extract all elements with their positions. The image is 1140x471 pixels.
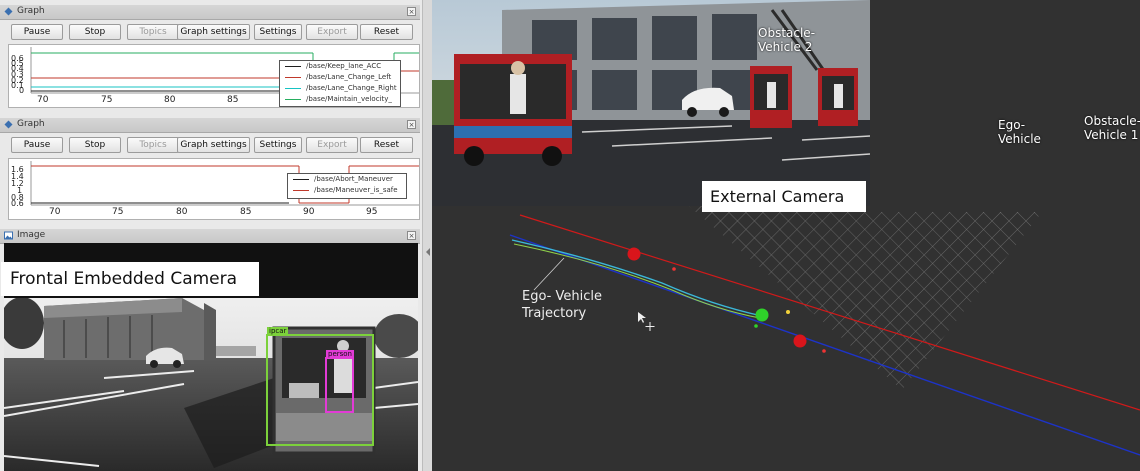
graph-panel-2-plot[interactable]: 1.6 1.4 1.2 1 0.8 0.6 70 75 80 85 90 95 … [8,158,420,220]
frontal-camera-label: Frontal Embedded Camera [1,262,259,296]
legend-item: /base/Lane_Change_Left [280,72,400,83]
image-icon [4,231,13,240]
legend-swatch [285,77,301,78]
plot-1-legend: /base/Keep_lane_ACC /base/Lane_Change_Le… [279,60,401,107]
reset-button[interactable]: Reset [360,137,413,153]
legend-label: /base/Abort_Maneuver [314,175,393,183]
graph-panel-2-title: Graph [17,119,45,129]
detection-box-person: person [325,350,354,413]
graph-diamond-icon [4,120,13,129]
x-tick: 85 [227,95,239,105]
detection-box-ipcar: ipcar [266,327,374,446]
legend-label: /base/Maneuver_is_safe [314,186,398,194]
pause-button[interactable]: Pause [11,24,63,40]
x-tick: 90 [303,207,315,217]
topics-button[interactable]: Topics [127,137,179,153]
x-tick: 85 [240,207,252,217]
x-tick: 75 [101,95,113,105]
x-tick: 80 [176,207,188,217]
legend-item: /base/Keep_lane_ACC [280,61,400,72]
settings-button[interactable]: Settings [254,137,302,153]
legend-label: /base/Maintain_velocity_ [306,95,392,103]
stop-button[interactable]: Stop [69,137,121,153]
legend-item: /base/Lane_Change_Right [280,83,400,94]
legend-swatch [285,88,301,89]
graph-settings-button[interactable]: Graph settings [177,24,250,40]
close-icon[interactable]: × [407,120,416,129]
legend-item: /base/Maintain_velocity_ [280,94,400,105]
export-button[interactable]: Export [306,137,358,153]
obstacle-marker [793,334,807,348]
ego-trajectory-label: Ego- Vehicle Trajectory [522,289,602,321]
obstacle-marker [627,247,641,261]
legend-item: /base/Abort_Maneuver [288,174,406,185]
close-icon[interactable]: × [407,231,416,240]
graph-diamond-icon [4,7,13,16]
legend-item: /base/Maneuver_is_safe [288,185,406,196]
graph-settings-button[interactable]: Graph settings [177,137,250,153]
graph-panel-1-title: Graph [17,6,45,16]
legend-label: /base/Keep_lane_ACC [306,62,382,70]
image-panel-title: Image [17,230,46,240]
detection-label: person [326,350,354,359]
legend-swatch [285,99,301,100]
ego-marker [755,308,769,322]
collapse-arrow-icon[interactable] [426,248,430,256]
obstacle-vehicle-2-annotation: Obstacle- Vehicle 2 [758,26,816,54]
external-camera-label: External Camera [702,181,866,212]
x-tick: 70 [37,95,49,105]
x-tick: 75 [112,207,124,217]
3d-visualization-view[interactable]: Obstacle- Vehicle 2 Ego- Vehicle Obstacl… [432,0,1140,471]
detection-label: ipcar [267,327,289,336]
settings-button[interactable]: Settings [254,24,302,40]
y-tick: 0 [19,86,25,95]
graph-panel-1-titlebar[interactable]: Graph × [0,5,420,20]
graph-panel-1-plot[interactable]: 0.6 0.5 0.4 0.3 0.2 0.1 0 70 75 80 85 /b… [8,44,420,108]
x-tick: 95 [366,207,378,217]
close-icon[interactable]: × [407,7,416,16]
legend-swatch [293,190,309,191]
y-tick: 0.6 [11,199,24,208]
export-button[interactable]: Export [306,24,358,40]
stop-button[interactable]: Stop [69,24,121,40]
x-tick: 70 [49,207,61,217]
legend-swatch [285,66,301,67]
obstacle-vehicle-1-annotation: Obstacle- Vehicle 1 [1084,114,1140,142]
pause-button[interactable]: Pause [11,137,63,153]
ego-vehicle-annotation: Ego- Vehicle [998,118,1041,146]
reset-button[interactable]: Reset [360,24,413,40]
legend-label: /base/Lane_Change_Left [306,73,392,81]
left-dock-area: Graph × Pause Stop Topics Graph settings… [0,0,423,471]
plot-2-legend: /base/Abort_Maneuver /base/Maneuver_is_s… [287,173,407,199]
image-panel-titlebar[interactable]: Image × [0,229,420,244]
graph-panel-2-titlebar[interactable]: Graph × [0,118,420,133]
topics-button[interactable]: Topics [127,24,179,40]
legend-swatch [293,179,309,180]
x-tick: 80 [164,95,176,105]
legend-label: /base/Lane_Change_Right [306,84,397,92]
